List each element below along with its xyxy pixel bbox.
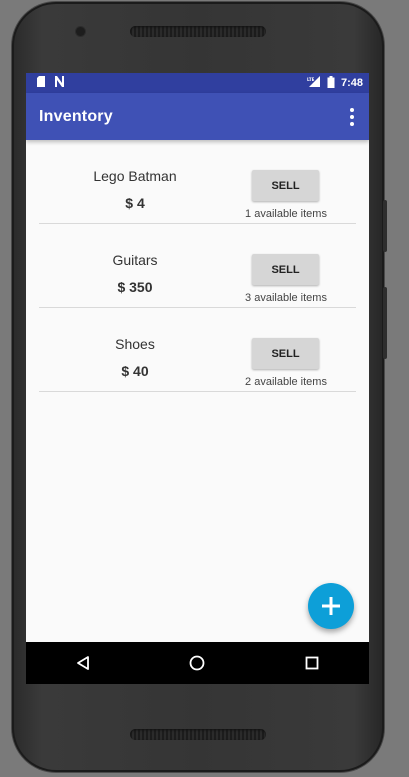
item-name: Shoes [115, 336, 155, 352]
add-item-button[interactable] [308, 583, 354, 629]
list-item[interactable]: Guitars $ 350 SELL 3 available items [39, 224, 356, 308]
home-button[interactable] [177, 643, 217, 683]
battery-icon [327, 75, 335, 91]
navigation-bar [26, 642, 369, 684]
item-availability: 1 available items [245, 208, 327, 220]
front-camera [76, 27, 85, 36]
lte-signal-icon: LTE [307, 76, 321, 90]
item-name: Guitars [112, 252, 158, 268]
list-item[interactable]: Lego Batman $ 4 SELL 1 available items [39, 140, 356, 224]
sell-button[interactable]: SELL [252, 338, 319, 369]
toolbar-title: Inventory [39, 107, 113, 125]
item-name: Lego Batman [93, 168, 177, 184]
bottom-speaker [130, 729, 266, 740]
n-notification-icon [54, 76, 65, 90]
status-bar: LTE 7:48 [26, 73, 369, 93]
item-price: $ 350 [117, 279, 153, 295]
back-button[interactable] [63, 643, 103, 683]
app-screen: LTE 7:48 Inventory Lego Batman $ 4 SELL … [26, 73, 369, 684]
top-speaker [130, 26, 266, 37]
svg-text:LTE: LTE [307, 77, 315, 82]
recents-button[interactable] [292, 643, 332, 683]
plus-icon [322, 597, 340, 615]
app-toolbar: Inventory [26, 93, 369, 140]
sd-card-icon [36, 76, 46, 90]
recents-icon [305, 656, 319, 670]
back-icon [77, 656, 90, 670]
list-item[interactable]: Shoes $ 40 SELL 2 available items [39, 308, 356, 392]
sell-button[interactable]: SELL [252, 170, 319, 201]
item-price: $ 4 [125, 195, 145, 211]
item-availability: 2 available items [245, 376, 327, 388]
sell-button[interactable]: SELL [252, 254, 319, 285]
item-price: $ 40 [121, 363, 149, 379]
item-availability: 3 available items [245, 292, 327, 304]
overflow-menu-icon[interactable] [345, 106, 359, 128]
inventory-list: Lego Batman $ 4 SELL 1 available items G… [26, 140, 369, 392]
status-time: 7:48 [340, 77, 363, 89]
volume-button [383, 200, 387, 252]
power-button [383, 287, 387, 359]
home-icon [190, 655, 205, 671]
